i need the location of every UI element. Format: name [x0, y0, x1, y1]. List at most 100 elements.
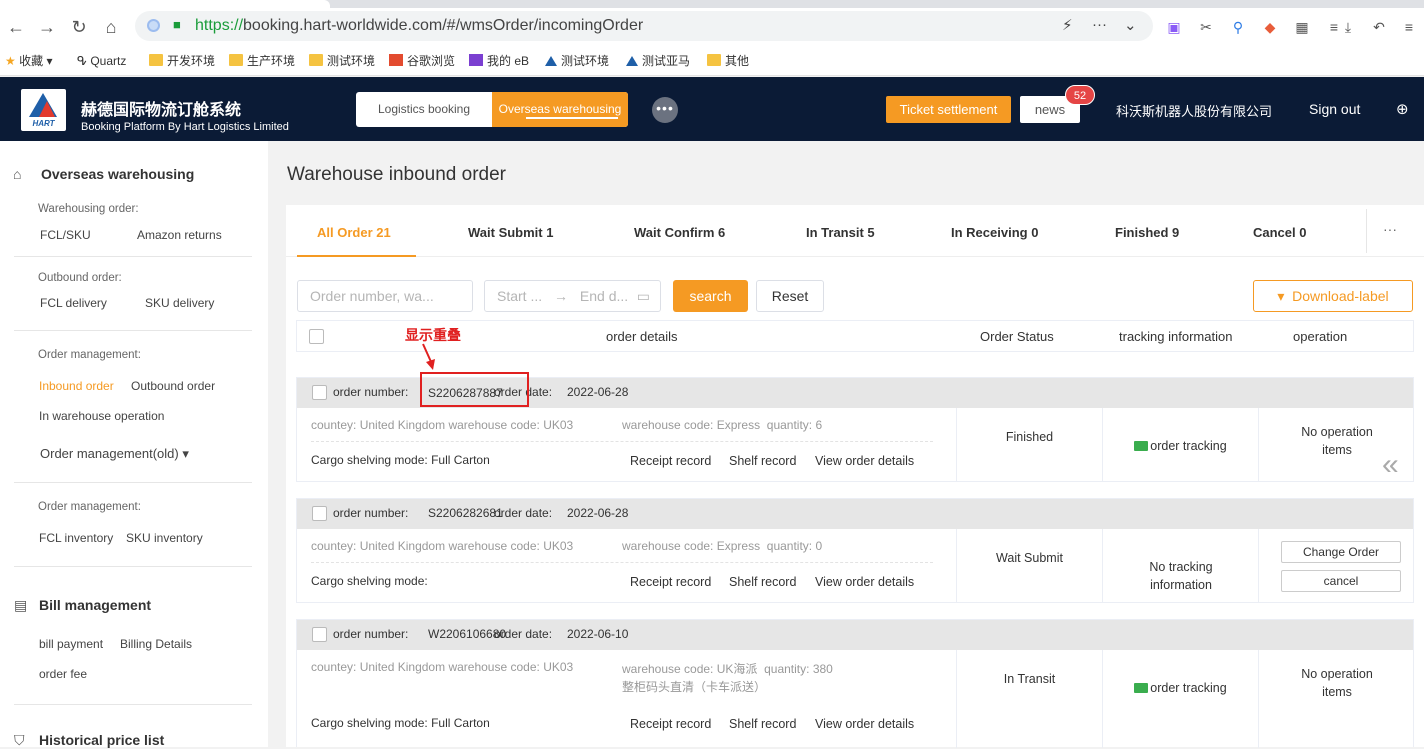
shield-icon	[147, 19, 160, 32]
sidebar-item-in-warehouse[interactable]: In warehouse operation	[39, 409, 164, 423]
divider	[1102, 529, 1103, 603]
bookmark-ebay[interactable]: 我的 eB	[469, 52, 529, 70]
sidebar-item-fcl-sku[interactable]: FCL/SKU	[40, 228, 91, 242]
order-warehouse: warehouse code: Express quantity: 0	[622, 539, 822, 553]
order-tracking-link[interactable]: order tracking	[1103, 681, 1258, 695]
bookmark-dev-env[interactable]: 开发环境	[149, 52, 215, 70]
globe-icon[interactable]: ⊕	[1396, 100, 1409, 118]
url-path: booking.hart-worldwide.com/#/wmsOrder/in…	[243, 17, 644, 34]
shelf-record-link[interactable]: Shelf record	[729, 454, 796, 468]
select-all-checkbox[interactable]	[309, 329, 324, 344]
receipt-record-link[interactable]: Receipt record	[630, 575, 711, 589]
reset-button[interactable]: Reset	[756, 280, 824, 312]
address-bar[interactable]: ■ https://booking.hart-worldwide.com/#/w…	[135, 11, 1153, 41]
more-modules-icon[interactable]: •••	[652, 97, 678, 123]
browser-tab[interactable]	[0, 0, 330, 8]
quartz-icon: ᕴ	[77, 54, 87, 68]
sidebar-item-inbound-order[interactable]: Inbound order	[39, 379, 114, 393]
reload-icon[interactable]: ↻	[68, 16, 90, 38]
tab-in-transit[interactable]: In Transit 5	[806, 225, 875, 240]
scissors-icon[interactable]: ✂	[1197, 18, 1215, 36]
field-value: Express	[716, 539, 761, 553]
order-date-label: order date:	[494, 506, 553, 520]
browser-tab-strip	[0, 0, 1424, 8]
sidebar-heading-overseas[interactable]: Overseas warehousing	[41, 166, 194, 182]
sidebar-item-outbound-order[interactable]: Outbound order	[131, 379, 215, 393]
divider	[14, 482, 252, 483]
tab-finished[interactable]: Finished 9	[1115, 225, 1179, 240]
lock-icon: ■	[173, 17, 181, 32]
folder-icon	[229, 54, 243, 66]
chevron-down-icon[interactable]: ⌄	[1124, 16, 1137, 34]
tab-wait-submit[interactable]: Wait Submit 1	[468, 225, 553, 240]
lightning-icon[interactable]: ⚡	[1062, 16, 1073, 34]
sidebar-item-sku-delivery[interactable]: SKU delivery	[145, 296, 214, 310]
app-header: HART 赫德国际物流订舱系统 Booking Platform By Hart…	[0, 77, 1424, 141]
search-button[interactable]: search	[673, 280, 748, 312]
back-icon[interactable]: ←	[5, 16, 27, 38]
tab-cancel[interactable]: Cancel 0	[1253, 225, 1306, 240]
bookmark-favorites[interactable]: ★ 收藏 ▾	[5, 52, 52, 70]
truck-icon	[1134, 683, 1149, 693]
forward-icon[interactable]: →	[36, 16, 58, 38]
sidebar-item-order-mgmt-old[interactable]: Order management(old) ▾	[40, 446, 189, 462]
download-label-button[interactable]: ▾ Download-label	[1253, 280, 1413, 312]
sidebar-item-order-fee[interactable]: order fee	[39, 667, 87, 681]
sidebar-item-billing-details[interactable]: Billing Details	[120, 637, 192, 651]
bookmark-test-amazon[interactable]: 测试亚马	[626, 52, 690, 70]
sidebar-item-fcl-inventory[interactable]: FCL inventory	[39, 531, 113, 545]
collapse-panel-icon[interactable]: «	[1382, 448, 1399, 482]
order-checkbox[interactable]	[312, 385, 327, 400]
bookmark-test-env[interactable]: 测试环境	[309, 52, 375, 70]
view-order-details-link[interactable]: View order details	[815, 454, 914, 468]
tab-all-order[interactable]: All Order 21	[317, 225, 391, 240]
ticket-settlement-button[interactable]: Ticket settlement	[886, 96, 1011, 123]
shelf-record-link[interactable]: Shelf record	[729, 717, 796, 731]
bookmark-prod-env[interactable]: 生产环境	[229, 52, 295, 70]
sidebar-item-fcl-delivery[interactable]: FCL delivery	[40, 296, 107, 310]
date-range-picker[interactable]: Start ... → End d... ▭	[484, 280, 661, 312]
apps-grid-icon[interactable]: ▦	[1293, 18, 1311, 36]
order-search-input[interactable]: Order number, wa...	[297, 280, 473, 312]
home-icon[interactable]: ⌂	[100, 16, 122, 38]
tabs-more-icon[interactable]: ···	[1383, 221, 1397, 237]
field-value: UK03	[543, 660, 574, 674]
bookmark-google[interactable]: 谷歌浏览	[389, 52, 455, 70]
undo-icon[interactable]: ↶	[1370, 18, 1388, 36]
receipt-record-link[interactable]: Receipt record	[630, 717, 711, 731]
game-icon[interactable]: ◆	[1261, 18, 1279, 36]
tab-label: Overseas warehousing	[498, 102, 622, 116]
tab-logistics-booking[interactable]: Logistics booking	[356, 92, 492, 127]
view-order-details-link[interactable]: View order details	[815, 717, 914, 731]
sidebar-item-amazon-returns[interactable]: Amazon returns	[137, 228, 222, 242]
order-checkbox[interactable]	[312, 506, 327, 521]
field-value: 0	[815, 539, 823, 553]
bookmark-quartz[interactable]: ᕴ Quartz	[77, 52, 126, 70]
bookmark-other[interactable]: 其他	[707, 52, 749, 70]
bookmark-test-site[interactable]: 测试环境	[545, 52, 609, 70]
app-bag-icon	[469, 54, 483, 66]
order-header: order number: S2206282681 order date: 20…	[297, 499, 1413, 529]
tab-wait-confirm[interactable]: Wait Confirm 6	[634, 225, 725, 240]
sidebar-heading-bill[interactable]: Bill management	[39, 597, 151, 613]
view-order-details-link[interactable]: View order details	[815, 575, 914, 589]
search-ext-icon[interactable]: ⚲	[1229, 18, 1247, 36]
shelf-record-link[interactable]: Shelf record	[729, 575, 796, 589]
hart-logo-icon	[545, 56, 557, 66]
translate-icon[interactable]: ▣	[1165, 18, 1183, 36]
cancel-order-button[interactable]: cancel	[1281, 570, 1401, 592]
field-label: quantity:	[766, 539, 813, 553]
tab-in-receiving[interactable]: In Receiving 0	[951, 225, 1038, 240]
order-tracking-link[interactable]: order tracking	[1103, 439, 1258, 453]
receipt-record-link[interactable]: Receipt record	[630, 454, 711, 468]
sidebar-heading-price-list[interactable]: Historical price list	[39, 732, 164, 748]
change-order-button[interactable]: Change Order	[1281, 541, 1401, 563]
more-icon[interactable]: ···	[1092, 16, 1107, 33]
tab-overseas-warehousing[interactable]: Overseas warehousing	[492, 92, 628, 127]
download-icon[interactable]: ⤓	[1339, 18, 1357, 36]
sidebar-item-bill-payment[interactable]: bill payment	[39, 637, 103, 651]
order-checkbox[interactable]	[312, 627, 327, 642]
sidebar-item-sku-inventory[interactable]: SKU inventory	[126, 531, 203, 545]
sign-out-button[interactable]: Sign out	[1309, 101, 1360, 117]
browser-menu-icon[interactable]: ≡	[1400, 18, 1418, 36]
